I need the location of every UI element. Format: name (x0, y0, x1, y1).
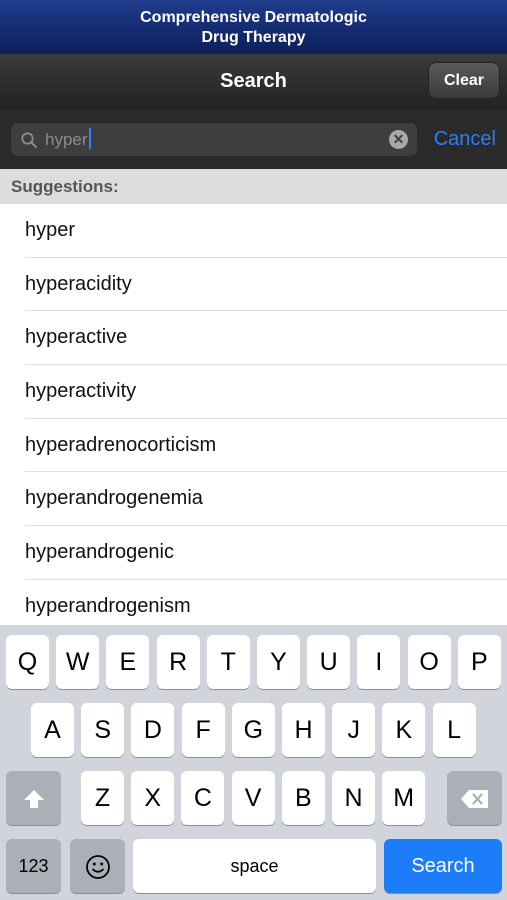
search-key[interactable]: Search (384, 839, 502, 893)
key-n[interactable]: N (332, 771, 375, 825)
key-c[interactable]: C (181, 771, 225, 825)
search-bar: hyper ✕ Cancel (0, 109, 507, 169)
suggestion-item[interactable]: hyperandrogenemia (0, 472, 507, 526)
key-j[interactable]: J (332, 703, 376, 757)
key-e[interactable]: E (106, 635, 150, 689)
shift-key[interactable] (6, 771, 61, 825)
app-title-line1: Comprehensive Dermatologic (140, 9, 367, 26)
cancel-button[interactable]: Cancel (434, 109, 496, 169)
key-u[interactable]: U (307, 635, 351, 689)
key-s[interactable]: S (81, 703, 125, 757)
key-k[interactable]: K (382, 703, 426, 757)
close-circle-icon[interactable]: ✕ (389, 130, 408, 149)
key-t[interactable]: T (206, 635, 250, 689)
key-v[interactable]: V (231, 771, 275, 825)
suggestions-header: Suggestions: (0, 169, 507, 204)
suggestion-item[interactable]: hyperadrenocorticism (0, 419, 507, 473)
key-i[interactable]: I (357, 635, 401, 689)
navigation-bar: Search Clear (0, 54, 507, 109)
emoji-icon (85, 852, 111, 880)
key-d[interactable]: D (131, 703, 175, 757)
backspace-key[interactable] (447, 771, 502, 825)
suggestion-item[interactable]: hyperactive (0, 311, 507, 365)
key-m[interactable]: M (382, 771, 426, 825)
key-f[interactable]: F (181, 703, 225, 757)
key-p[interactable]: P (457, 635, 501, 689)
key-r[interactable]: R (156, 635, 200, 689)
key-x[interactable]: X (131, 771, 175, 825)
on-screen-keyboard: 123 space Search QWERTYUIOP ASDFGHJKL ZXCV… (0, 625, 507, 900)
key-w[interactable]: W (56, 635, 100, 689)
key-z[interactable]: Z (81, 771, 124, 825)
suggestion-item[interactable]: hyperactivity (0, 365, 507, 419)
suggestions-list: hyper hyperacidity hyperactive hyperactivit… (0, 204, 507, 625)
search-icon (20, 131, 38, 149)
emoji-key[interactable] (70, 839, 125, 893)
suggestion-item[interactable]: hyper (0, 204, 507, 258)
text-cursor (88, 128, 91, 149)
suggestion-item[interactable]: hyperacidity (0, 258, 507, 312)
key-o[interactable]: O (407, 635, 451, 689)
backspace-icon (460, 784, 490, 812)
search-input[interactable]: hyper ✕ (11, 123, 417, 156)
search-query-text: hyper (45, 130, 88, 149)
clear-button[interactable]: Clear (428, 62, 500, 99)
suggestion-item[interactable]: hyperandrogenic (0, 526, 507, 580)
key-a[interactable]: A (31, 703, 74, 757)
key-q[interactable]: Q (6, 635, 49, 689)
app-title-banner: Comprehensive Dermatologic Drug Therapy (0, 0, 507, 54)
key-l[interactable]: L (432, 703, 476, 757)
space-key[interactable]: space (133, 839, 376, 893)
key-b[interactable]: B (281, 771, 325, 825)
key-y[interactable]: Y (257, 635, 300, 689)
key-g[interactable]: G (231, 703, 275, 757)
key-h[interactable]: H (282, 703, 325, 757)
suggestion-item[interactable]: hyperandrogenism (0, 580, 507, 625)
shift-icon (22, 784, 46, 812)
numbers-key[interactable]: 123 (6, 839, 61, 893)
app-title-line2: Drug Therapy (201, 29, 306, 46)
